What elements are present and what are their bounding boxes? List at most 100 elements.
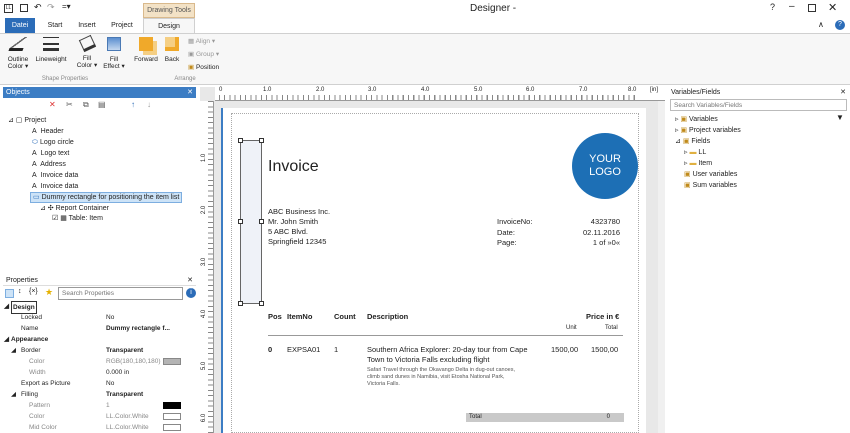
position-button[interactable]: ▣ Position <box>188 63 219 71</box>
star-icon[interactable]: ★ <box>45 287 53 298</box>
paint-bucket-icon <box>78 34 96 53</box>
tree-item-logo-text[interactable]: A Logo text <box>32 149 69 158</box>
tree-item-dummy-rectangle[interactable]: ▭ Dummy rectangle for positioning the it… <box>30 192 183 203</box>
total-bar: Total 0 <box>466 413 624 422</box>
tab-start[interactable]: Start <box>40 18 70 33</box>
copy-icon[interactable]: ⧉ <box>83 100 89 110</box>
fill-color-button[interactable]: Fill Color ▾ <box>74 34 100 69</box>
address-block: ABC Business Inc. Mr. John Smith 5 ABC Blv… <box>268 207 331 246</box>
undo-icon[interactable]: ↶ <box>34 2 42 13</box>
forward-button[interactable]: Forward <box>133 37 159 63</box>
lineweight-label: Lineweight <box>35 56 67 63</box>
prop-category-design[interactable]: ◢ Design <box>3 301 198 314</box>
tree-item-ll[interactable]: ▹ ▬ LL <box>684 148 706 157</box>
filter-icon[interactable]: ▼ <box>836 113 844 122</box>
tab-insert[interactable]: Insert <box>70 18 104 33</box>
move-up-icon[interactable]: ↑ <box>131 100 135 109</box>
prop-border[interactable]: ◢ Border Transparent <box>3 345 198 356</box>
title-bar: LL ↶ ↷ =▾ Designer - ? – ✕ <box>0 0 850 18</box>
horizontal-ruler: 0 1.0 2.0 3.0 4.0 5.0 6.0 7.0 8.0 [in] <box>215 87 665 101</box>
save-icon[interactable] <box>20 4 28 12</box>
maximize-icon[interactable] <box>808 4 816 12</box>
paste-icon[interactable]: ▤ <box>98 100 106 109</box>
tree-item-sum-variables[interactable]: ▣ Sum variables <box>684 181 737 190</box>
variables-panel-title: Variables/Fields <box>671 89 721 96</box>
selected-dummy-rectangle[interactable] <box>238 138 264 306</box>
delete-icon[interactable]: ✕ <box>49 100 56 109</box>
help-icon[interactable]: ? <box>770 2 775 12</box>
prop-category-appearance[interactable]: ◢ Appearance <box>3 334 198 345</box>
prop-border-width[interactable]: Width 0.000 in <box>3 367 198 378</box>
formula-icon[interactable]: {×} <box>29 288 38 295</box>
tree-item-table-item[interactable]: ☑ ▦ Table: Item <box>52 214 103 223</box>
properties-search-input[interactable] <box>58 287 183 300</box>
tree-item-header[interactable]: A Header <box>32 127 64 136</box>
outline-color-button[interactable]: Outline Color ▾ <box>4 37 32 70</box>
prop-name[interactable]: Name Dummy rectangle f... <box>3 323 198 334</box>
tree-item-report-container[interactable]: ⊿ ✣ Report Container <box>40 204 109 213</box>
prop-export-as-picture[interactable]: Export as Picture No <box>3 378 198 389</box>
expand-icon: ◢ <box>4 303 9 310</box>
prop-filling[interactable]: ◢ Filling Transparent <box>3 389 198 400</box>
fill-effect-icon <box>107 37 121 51</box>
objects-toolbar: ✂ ✕ ⧉ ▤ ↑ ↓ <box>3 99 196 113</box>
quick-access-dropdown-icon[interactable]: =▾ <box>62 2 71 11</box>
pattern-swatch-black <box>163 402 181 409</box>
redo-icon[interactable]: ↷ <box>47 2 55 13</box>
fill-effect-button[interactable]: Fill Effect ▾ <box>101 37 127 70</box>
group-icon: ▣ <box>188 51 196 58</box>
align-button[interactable]: ▦ Align ▾ <box>188 37 215 45</box>
tree-item-invoice-data-1[interactable]: A Invoice data <box>32 171 78 180</box>
designer-canvas[interactable]: 0 1.0 2.0 3.0 4.0 5.0 6.0 7.0 8.0 [in] 1… <box>200 87 665 433</box>
back-label: Back <box>164 56 180 63</box>
vertical-ruler: 1.0 2.0 3.0 4.0 5.0 6.0 <box>200 101 214 433</box>
bring-forward-icon <box>139 37 153 51</box>
tree-item-fields[interactable]: ⊿ ▣ Fields <box>675 137 710 146</box>
variables-panel-close-icon[interactable]: ✕ <box>840 87 846 98</box>
prop-pattern[interactable]: Pattern 1 <box>3 400 198 411</box>
outline-color-label: Outline Color ▾ <box>7 56 29 70</box>
lineweight-icon <box>43 37 59 51</box>
expand-icon: ◢ <box>4 336 9 343</box>
info-circle-icon[interactable]: i <box>186 288 196 298</box>
tab-project[interactable]: Project <box>104 18 140 33</box>
collapse-ribbon-icon[interactable]: ∧ <box>818 20 824 29</box>
tree-item-variables[interactable]: ▹ ▣ Variables <box>675 115 718 124</box>
tree-item-project-variables[interactable]: ▹ ▣ Project variables <box>675 126 741 135</box>
group-button[interactable]: ▣ Group ▾ <box>188 50 219 58</box>
color-swatch-white <box>163 424 181 431</box>
back-button[interactable]: Back <box>161 37 183 63</box>
variables-search-input[interactable] <box>670 99 847 111</box>
pen-icon <box>8 37 28 51</box>
align-label: Align ▾ <box>195 38 216 45</box>
prop-fill-color[interactable]: Color LL.Color.White <box>3 411 198 422</box>
tree-item-address[interactable]: A Address <box>32 160 66 169</box>
expand-icon: ◢ <box>11 391 16 398</box>
tab-datei[interactable]: Datei <box>5 18 35 33</box>
tree-item-logo-circle[interactable]: ⬭ Logo circle <box>32 138 74 147</box>
properties-panel-close-icon[interactable]: ✕ <box>187 275 193 286</box>
categorized-icon[interactable] <box>5 289 14 298</box>
close-icon[interactable]: ✕ <box>828 1 837 14</box>
move-down-icon[interactable]: ↓ <box>147 100 151 109</box>
prop-mid-color[interactable]: Mid Color LL.Color.White <box>3 422 198 433</box>
prop-locked[interactable]: Locked No <box>3 312 198 323</box>
tree-item-invoice-data-2[interactable]: A Invoice data <box>32 182 78 191</box>
minimize-icon[interactable]: – <box>789 1 795 12</box>
tab-design[interactable]: Design <box>143 18 195 34</box>
cut-icon[interactable]: ✂ <box>66 100 73 109</box>
properties-list: ◢ Design Locked No Name Dummy rectangle f..… <box>3 301 196 433</box>
position-icon: ▣ <box>188 64 196 71</box>
tree-item-user-variables[interactable]: ▣ User variables <box>684 170 737 179</box>
lineweight-button[interactable]: Lineweight <box>33 37 69 63</box>
tree-item-item[interactable]: ▹ ▬ Item <box>684 159 712 168</box>
ribbon-tabs: Datei Start Insert Project Design ∧ ? <box>0 18 850 34</box>
tree-item-project[interactable]: ⊿ ▢ Project <box>8 116 46 125</box>
invoice-meta-values: 4323780 02.11.2016 1 of »0« <box>583 217 620 247</box>
invoice-title: Invoice <box>268 158 319 175</box>
sort-az-icon[interactable]: ↕ <box>18 288 22 295</box>
canvas-scrollbar[interactable] <box>658 101 665 433</box>
prop-border-color[interactable]: Color RGB(180,180,180) <box>3 356 198 367</box>
info-icon[interactable]: ? <box>835 20 845 30</box>
objects-panel-close-icon[interactable]: ✕ <box>187 87 193 98</box>
